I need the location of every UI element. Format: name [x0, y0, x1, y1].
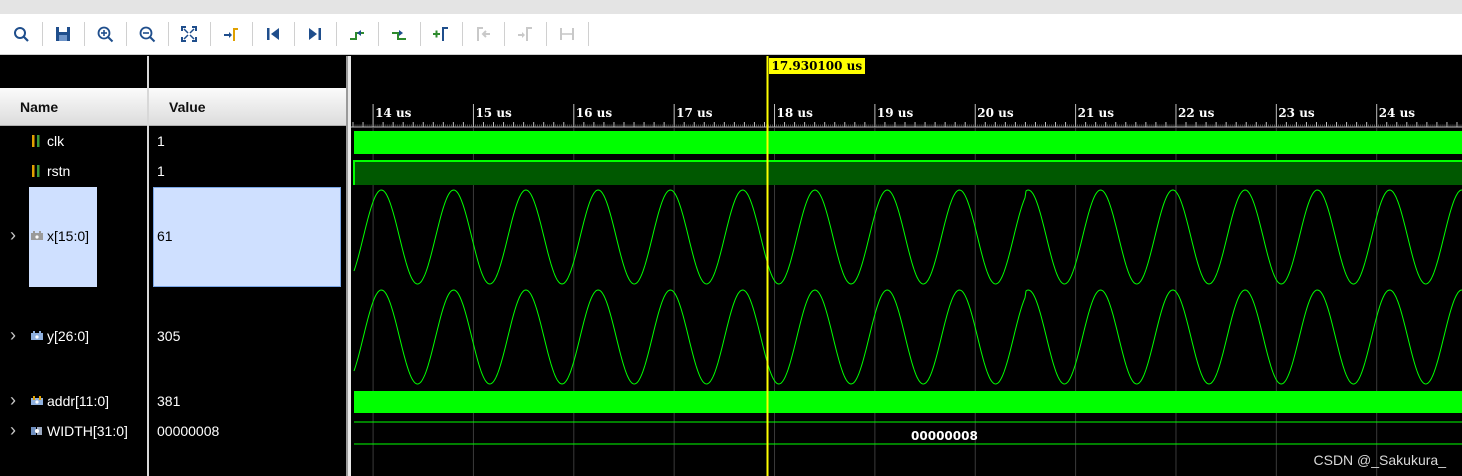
zoom-out-icon — [139, 26, 156, 43]
toolbar-separator — [294, 22, 295, 46]
toolbar-separator — [504, 22, 505, 46]
expand-chevron-icon[interactable]: › — [10, 325, 16, 346]
go-to-time-zero-icon — [267, 28, 279, 40]
toolbar-separator — [546, 22, 547, 46]
expand-chevron-icon[interactable]: › — [10, 390, 16, 411]
time-tick-label: 23 us — [1278, 106, 1315, 120]
go-to-cursor-button[interactable] — [218, 21, 244, 47]
go-to-last-time-icon — [309, 28, 321, 40]
signal-value[interactable]: 305 — [157, 328, 180, 344]
next-marker-button — [512, 21, 538, 47]
name-column-header[interactable]: Name — [0, 88, 147, 126]
swap-cursors-button — [554, 21, 580, 47]
watermark-text: CSDN @_Sakukura_ — [1313, 452, 1447, 468]
time-tick-label: 20 us — [977, 106, 1014, 120]
toolbar-separator — [588, 22, 589, 46]
add-marker-button[interactable] — [428, 21, 454, 47]
signal-row[interactable]: rstn — [0, 163, 147, 181]
toolbar-separator — [378, 22, 379, 46]
toolbar-separator — [252, 22, 253, 46]
save-button[interactable] — [50, 21, 76, 47]
signal-name: addr[11:0] — [47, 393, 110, 409]
selected-value-highlight — [153, 187, 341, 287]
parameter-icon — [30, 424, 44, 441]
time-tick-label: 17 us — [676, 106, 713, 120]
time-tick-label: 16 us — [575, 106, 613, 120]
signal-value[interactable]: 61 — [157, 228, 173, 244]
signal-row[interactable]: › y[26:0] — [0, 325, 147, 346]
toolbar-separator — [336, 22, 337, 46]
addr-waveform — [354, 391, 1462, 413]
signal-value-panel: Value 1 1 61 305 381 00000008 — [149, 56, 346, 476]
previous-transition-button[interactable] — [344, 21, 370, 47]
signal-row[interactable]: › addr[11:0] — [0, 390, 147, 411]
signal-name: rstn — [47, 163, 71, 179]
zoom-fit-button[interactable] — [176, 21, 202, 47]
waveform-canvas[interactable]: 17.930100 us 00000008 14 us 15 us 16 us 17 … — [351, 56, 1462, 476]
signal-row[interactable]: › x[15:0] — [0, 225, 147, 246]
bus-signal-icon — [30, 329, 44, 346]
signal-value[interactable]: 00000008 — [157, 423, 219, 439]
toolbar-separator — [168, 22, 169, 46]
zoom-in-icon — [97, 26, 114, 43]
previous-marker-button — [470, 21, 496, 47]
next-transition-button[interactable] — [386, 21, 412, 47]
signal-value[interactable]: 381 — [157, 393, 180, 409]
time-tick-label: 15 us — [475, 106, 512, 120]
time-tick-label: 21 us — [1077, 106, 1114, 120]
signal-value[interactable]: 1 — [157, 163, 165, 179]
bit-signal-icon — [30, 164, 42, 181]
toolbar-separator — [42, 22, 43, 46]
go-to-time-zero-button[interactable] — [260, 21, 286, 47]
zoom-in-button[interactable] — [92, 21, 118, 47]
y-waveform — [353, 289, 1462, 385]
signal-name: x[15:0] — [47, 228, 90, 244]
value-column-header[interactable]: Value — [149, 88, 346, 126]
toolbar-separator — [210, 22, 211, 46]
window-top-strip — [0, 0, 1462, 14]
bit-signal-icon — [30, 134, 42, 151]
expand-chevron-icon[interactable]: › — [10, 225, 16, 246]
previous-marker-icon — [477, 27, 490, 41]
go-to-last-time-button[interactable] — [302, 21, 328, 47]
toolbar-separator — [84, 22, 85, 46]
next-marker-icon — [518, 27, 532, 41]
signal-name: WIDTH[31:0] — [47, 423, 128, 439]
time-tick-label: 22 us — [1177, 106, 1215, 120]
zoom-out-button[interactable] — [134, 21, 160, 47]
previous-transition-icon — [350, 30, 364, 40]
width-bus-value-label: 00000008 — [911, 429, 978, 443]
signal-row[interactable]: clk — [0, 133, 147, 151]
toolbar-separator — [126, 22, 127, 46]
bus-signal-icon — [30, 229, 44, 246]
time-tick-label: 24 us — [1378, 106, 1416, 120]
signal-name-panel: Name clk rstn › x[15:0] › y[26:0] › addr[11:0] ›… — [0, 56, 147, 476]
waveform-toolbar — [0, 14, 1462, 55]
rstn-fill — [354, 161, 1462, 185]
time-tick-label: 14 us — [375, 106, 412, 120]
bus-signal-icon — [30, 394, 44, 411]
search-icon — [14, 27, 29, 42]
signal-value[interactable]: 1 — [157, 133, 165, 149]
toolbar-separator — [462, 22, 463, 46]
zoom-fit-icon — [181, 26, 197, 42]
search-button[interactable] — [8, 21, 34, 47]
x-waveform — [353, 189, 1462, 285]
clk-waveform — [354, 131, 1462, 154]
save-icon — [56, 27, 70, 41]
cursor-time-label[interactable]: 17.930100 us — [768, 58, 866, 74]
signal-name: clk — [47, 133, 65, 149]
go-to-cursor-icon — [224, 28, 238, 41]
expand-chevron-icon[interactable]: › — [10, 420, 16, 441]
time-tick-label: 19 us — [876, 106, 914, 120]
toolbar-separator — [420, 22, 421, 46]
next-transition-icon — [392, 30, 406, 40]
add-marker-icon — [433, 27, 448, 41]
time-tick-label: 18 us — [776, 106, 813, 120]
signal-name: y[26:0] — [47, 328, 90, 344]
signal-row[interactable]: › WIDTH[31:0] — [0, 420, 147, 441]
swap-cursors-icon — [560, 28, 574, 40]
